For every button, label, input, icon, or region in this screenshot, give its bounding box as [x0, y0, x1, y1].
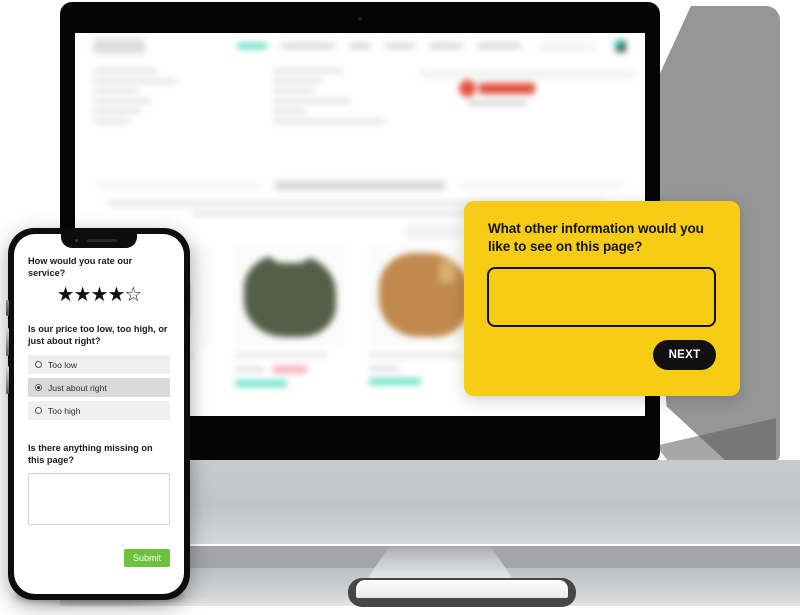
front-camera-icon — [75, 239, 78, 242]
submit-button[interactable]: Submit — [123, 549, 170, 568]
missing-question: Is there anything missing on this page? — [28, 443, 153, 466]
site-divider — [420, 70, 635, 78]
nav-item-3[interactable] — [349, 43, 371, 49]
price-options-group: Too low Just about right Too high — [28, 355, 170, 421]
missing-answer-input[interactable] — [28, 473, 170, 526]
product-title — [369, 353, 461, 358]
mobile-survey-form: How would you rate our service? ★★★★☆ Is… — [14, 234, 184, 568]
phone-volume-down-button[interactable] — [6, 366, 9, 394]
product-sale-badge — [273, 366, 307, 373]
site-header — [75, 33, 645, 59]
price-option-label: Too high — [48, 405, 81, 416]
price-option-too-low[interactable]: Too low — [28, 355, 170, 375]
webcam-icon — [358, 17, 362, 21]
monitor-stand-base-top — [356, 580, 568, 598]
nav-item-4[interactable] — [385, 43, 415, 49]
rating-question: How would you rate our service? — [28, 256, 133, 278]
nav-item-5[interactable] — [429, 43, 463, 49]
veolia-tagline — [467, 101, 527, 105]
veolia-mark-icon — [459, 80, 476, 98]
phone-notch — [61, 234, 137, 248]
product-title — [235, 353, 327, 358]
product-image — [369, 245, 479, 345]
nav-item-2[interactable] — [281, 43, 335, 49]
desktop-survey-card: What other information would you like to… — [464, 201, 740, 396]
mobile-phone: How would you rate our service? ★★★★☆ Is… — [6, 228, 190, 610]
star-3-icon[interactable]: ★ — [91, 284, 109, 306]
section-title — [275, 181, 445, 190]
phone-screen: How would you rate our service? ★★★★☆ Is… — [14, 234, 184, 594]
site-nav — [237, 43, 521, 49]
site-logo[interactable] — [93, 37, 145, 55]
nav-item-1[interactable] — [237, 43, 267, 49]
product-card[interactable] — [235, 245, 345, 387]
star-5-icon[interactable]: ☆ — [124, 284, 142, 306]
price-option-too-high[interactable]: Too high — [28, 401, 170, 421]
star-2-icon[interactable]: ★ — [74, 284, 92, 306]
nav-item-6[interactable] — [477, 43, 521, 49]
feature-list-left — [93, 69, 177, 123]
next-button[interactable]: NEXT — [653, 340, 716, 370]
feature-list-right — [273, 69, 385, 123]
star-4-icon[interactable]: ★ — [107, 284, 125, 306]
product-tag — [369, 378, 421, 385]
product-price — [235, 367, 265, 372]
survey-question: What other information would you like to… — [488, 221, 704, 255]
phone-frame: How would you rate our service? ★★★★☆ Is… — [6, 228, 190, 600]
price-option-just-about-right[interactable]: Just about right — [28, 378, 170, 398]
product-tag — [235, 380, 287, 387]
section-heading — [95, 181, 625, 190]
star-rating[interactable]: ★★★★☆ — [28, 285, 170, 305]
price-option-label: Too low — [48, 359, 78, 370]
veolia-wordmark — [479, 83, 535, 95]
earpiece-speaker-icon — [87, 239, 117, 242]
section-cta-button[interactable] — [405, 225, 461, 239]
radio-selected-icon[interactable] — [35, 384, 42, 392]
star-1-icon[interactable]: ★ — [57, 284, 75, 306]
radio-icon[interactable] — [35, 407, 42, 415]
price-option-label: Just about right — [48, 382, 107, 393]
product-price — [369, 366, 399, 371]
cart-icon[interactable] — [615, 40, 626, 52]
product-image — [235, 245, 345, 345]
radio-icon[interactable] — [35, 361, 42, 369]
product-card[interactable] — [369, 245, 479, 387]
veolia-logo — [453, 80, 541, 105]
site-search-input[interactable] — [539, 41, 595, 51]
phone-volume-up-button[interactable] — [6, 328, 9, 356]
submit-row: Submit — [28, 548, 170, 568]
survey-answer-input[interactable] — [487, 267, 716, 327]
price-question: Is our price too low, too high, or just … — [28, 323, 168, 347]
phone-mute-switch[interactable] — [6, 300, 9, 316]
screenshot-canvas: What other information would you like to… — [0, 0, 800, 615]
